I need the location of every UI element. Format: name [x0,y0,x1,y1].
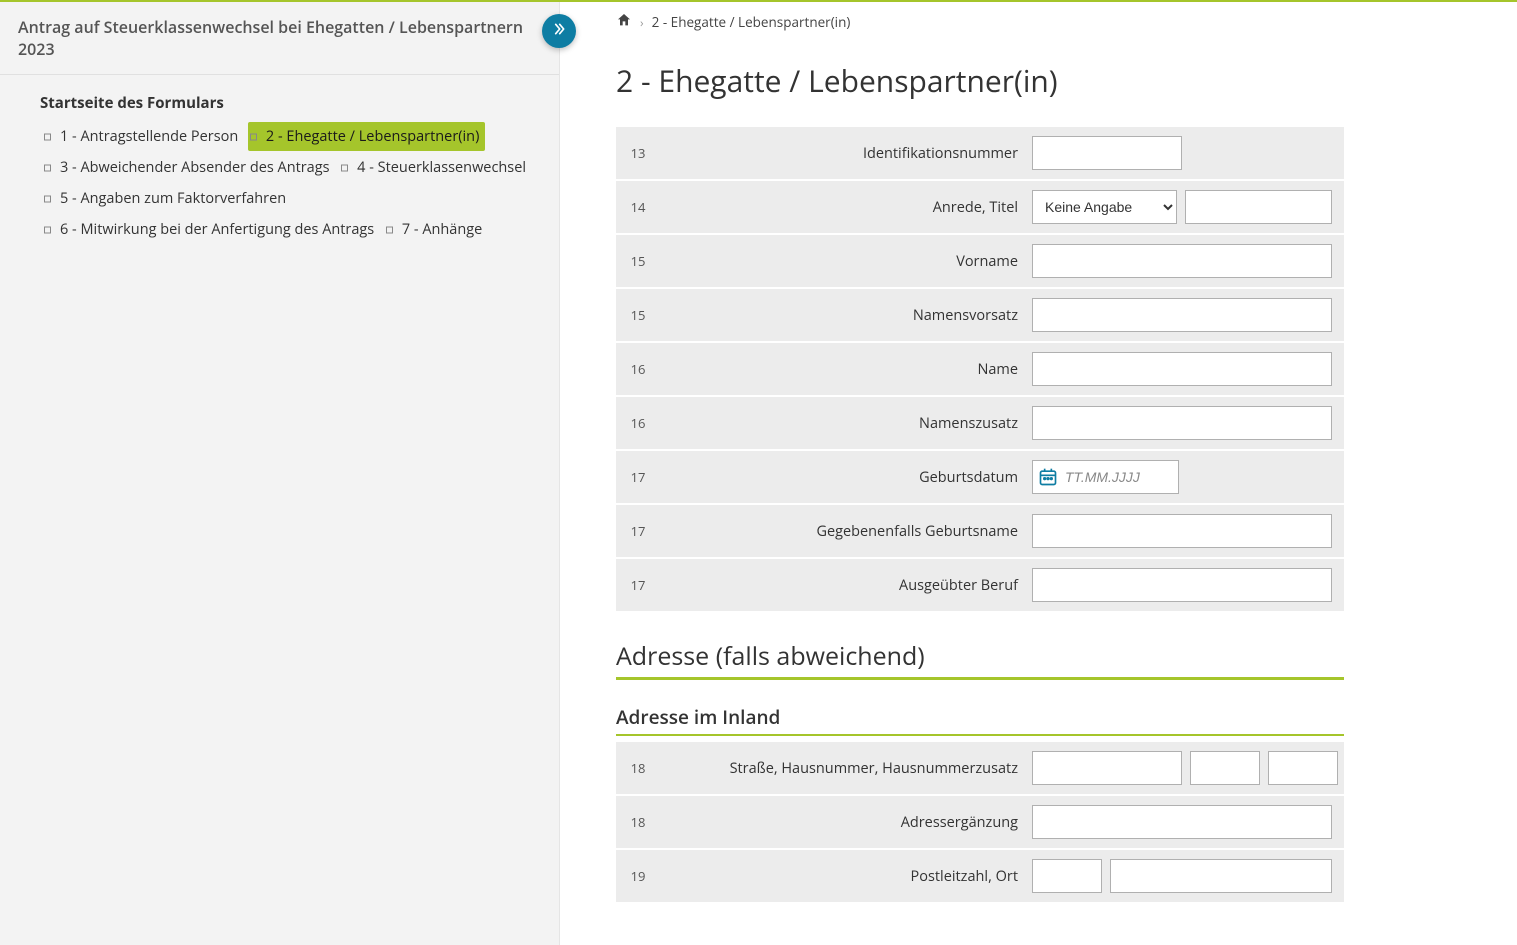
nav-item-label: 3 - Abweichender Absender des Antrags [60,158,330,177]
nav-item-label: 7 - Anhänge [402,220,482,239]
anrede-select[interactable]: Keine Angabe [1032,190,1177,224]
plz-input[interactable] [1032,859,1102,893]
row-label: Straße, Hausnummer, Hausnummerzusatz [660,759,1032,778]
nav-item-2[interactable]: 2 - Ehegatte / Lebenspartner(in) [248,122,485,151]
home-icon[interactable] [616,12,632,32]
breadcrumb-page[interactable]: 2 - Ehegatte / Lebenspartner(in) [652,13,851,31]
row-name: 16 Name [616,343,1344,397]
strasse-input[interactable] [1032,751,1182,785]
row-number: 19 [616,867,660,885]
vorname-input[interactable] [1032,244,1332,278]
row-namensvorsatz: 15 Namensvorsatz [616,289,1344,343]
row-geburtsname: 17 Gegebenenfalls Geburtsname [616,505,1344,559]
row-number: 15 [616,306,660,324]
row-anrede-titel: 14 Anrede, Titel Keine Angabe [616,181,1344,235]
chevron-right-icon: › [640,14,644,31]
row-label: Namenszusatz [660,414,1032,433]
nav-item-label: 6 - Mitwirkung bei der Anfertigung des A… [60,220,374,239]
row-identnr: 13 Identifikationsnummer [616,127,1344,181]
identnr-input[interactable] [1032,136,1182,170]
hausnummerzusatz-input[interactable] [1268,751,1338,785]
nav-item-label: 1 - Antragstellende Person [60,127,238,146]
breadcrumb: › 2 - Ehegatte / Lebenspartner(in) [616,12,1344,32]
row-number: 14 [616,198,660,216]
row-label: Name [660,360,1032,379]
nav-item-label: 4 - Steuerklassenwechsel [357,158,526,177]
row-adressergaenzung: 18 Adressergänzung [616,796,1344,850]
chevrons-right-icon [551,21,567,42]
row-label: Namensvorsatz [660,306,1032,325]
beruf-input[interactable] [1032,568,1332,602]
namensvorsatz-input[interactable] [1032,298,1332,332]
nav-item-5[interactable]: 5 - Angaben zum Faktorverfahren [42,184,292,213]
row-number: 18 [616,813,660,831]
row-beruf: 17 Ausgeübter Beruf [616,559,1344,613]
nav-item-label: 2 - Ehegatte / Lebenspartner(in) [266,127,479,146]
namenszusatz-input[interactable] [1032,406,1332,440]
row-number: 18 [616,759,660,777]
subsection-inland: Adresse im Inland [616,704,1344,736]
row-namenszusatz: 16 Namenszusatz [616,397,1344,451]
sidebar: Antrag auf Steuerklassenwechsel bei Eheg… [0,2,560,945]
name-input[interactable] [1032,352,1332,386]
row-number: 17 [616,522,660,540]
main-content: › 2 - Ehegatte / Lebenspartner(in) 2 - E… [560,2,1380,945]
row-label: Adressergänzung [660,813,1032,832]
row-geburtsdatum: 17 Geburtsdatum [616,451,1344,505]
sidebar-header: Antrag auf Steuerklassenwechsel bei Eheg… [0,2,559,75]
nav-item-7[interactable]: 7 - Anhänge [384,215,488,244]
row-plz-ort: 19 Postleitzahl, Ort [616,850,1344,904]
sidebar-heading[interactable]: Startseite des Formulars [40,93,541,113]
titel-input[interactable] [1185,190,1332,224]
row-label: Postleitzahl, Ort [660,867,1032,886]
row-label: Identifikationsnummer [660,144,1032,163]
row-number: 16 [616,360,660,378]
row-label: Gegebenenfalls Geburtsname [660,522,1032,541]
row-strasse: 18 Straße, Hausnummer, Hausnummerzusatz [616,742,1344,796]
nav-item-4[interactable]: 4 - Steuerklassenwechsel [339,153,532,182]
nav-item-1[interactable]: 1 - Antragstellende Person [42,122,244,151]
row-vorname: 15 Vorname [616,235,1344,289]
row-number: 17 [616,468,660,486]
row-label: Ausgeübter Beruf [660,576,1032,595]
nav-list: 1 - Antragstellende Person 2 - Ehegatte … [42,121,541,245]
row-label: Geburtsdatum [660,468,1032,487]
ort-input[interactable] [1110,859,1332,893]
geburtsname-input[interactable] [1032,514,1332,548]
nav-item-6[interactable]: 6 - Mitwirkung bei der Anfertigung des A… [42,215,380,244]
page-title: 2 - Ehegatte / Lebenspartner(in) [616,60,1344,101]
section-adresse: Adresse (falls abweichend) [616,639,1344,680]
nav-item-3[interactable]: 3 - Abweichender Absender des Antrags [42,153,336,182]
geburtsdatum-input[interactable] [1032,460,1179,494]
row-number: 17 [616,576,660,594]
adressergaenzung-input[interactable] [1032,805,1332,839]
row-number: 16 [616,414,660,432]
hausnummer-input[interactable] [1190,751,1260,785]
row-label: Anrede, Titel [660,198,1032,217]
sidebar-collapse-button[interactable] [542,14,576,48]
nav-item-label: 5 - Angaben zum Faktorverfahren [60,189,286,208]
sidebar-title: Antrag auf Steuerklassenwechsel bei Eheg… [18,16,541,60]
row-number: 15 [616,252,660,270]
row-label: Vorname [660,252,1032,271]
sidebar-nav: Startseite des Formulars 1 - Antragstell… [0,75,559,255]
row-number: 13 [616,144,660,162]
